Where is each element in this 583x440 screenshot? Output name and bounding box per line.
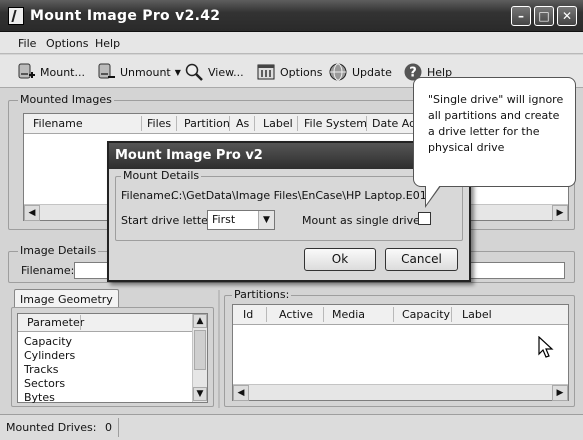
start-drive-value: First	[212, 213, 236, 226]
col-id[interactable]: Id	[243, 308, 253, 321]
col-parameter[interactable]: Parameter	[27, 316, 84, 329]
globe-icon	[328, 62, 348, 82]
mount-details-group	[115, 176, 463, 241]
menu-file[interactable]: File	[18, 37, 36, 50]
dialog-filename-value: C:\GetData\Image Files\EnCase\HP Laptop.…	[171, 189, 427, 202]
col-active[interactable]: Active	[279, 308, 313, 321]
mount-button[interactable]: Mount...	[16, 60, 85, 84]
list-item: Tracks	[24, 363, 59, 376]
col-media[interactable]: Media	[332, 308, 365, 321]
col-as[interactable]: As	[236, 117, 249, 130]
menu-options[interactable]: Options	[46, 37, 88, 50]
single-drive-checkbox[interactable]	[418, 212, 431, 225]
unmount-label: Unmount	[120, 65, 171, 79]
title-bar[interactable]: Mount Image Pro v2.42 – □ ✕	[0, 0, 583, 32]
chevron-down-icon[interactable]: ▼	[175, 68, 181, 77]
window-title: Mount Image Pro v2.42	[30, 8, 221, 24]
partitions-header: Id Active Media Capacity Label	[233, 305, 568, 325]
balloon-text: "Single drive" will ignore all partition…	[428, 93, 564, 154]
menu-bar: File Options Help	[0, 32, 583, 54]
partitions-hscroll[interactable]: ◀ ▶	[233, 384, 568, 401]
scroll-left-icon[interactable]: ◀	[233, 385, 249, 401]
start-drive-label: Start drive letter:	[121, 214, 216, 227]
app-icon	[8, 7, 24, 25]
chevron-down-icon[interactable]: ▼	[258, 211, 274, 229]
unmount-icon	[96, 62, 116, 82]
mounted-images-label: Mounted Images	[18, 93, 114, 106]
partitions-list[interactable]: Id Active Media Capacity Label ◀ ▶	[232, 304, 569, 401]
options-button[interactable]: Options	[256, 60, 322, 84]
mount-details-label: Mount Details	[121, 169, 202, 182]
view-button[interactable]: View...	[184, 60, 244, 84]
update-button[interactable]: Update	[328, 60, 392, 84]
mounted-drives-label: Mounted Drives:	[6, 421, 97, 434]
list-item: Capacity	[24, 335, 73, 348]
col-partition-label[interactable]: Label	[462, 308, 492, 321]
geometry-list[interactable]: Parameter Capacity Cylinders Tracks Sect…	[17, 313, 208, 404]
magnifier-icon	[184, 62, 204, 82]
geometry-vscroll[interactable]: ▲ ▼	[192, 314, 207, 402]
tab-image-geometry[interactable]: Image Geometry	[14, 289, 119, 309]
scroll-thumb[interactable]	[194, 330, 206, 370]
col-capacity[interactable]: Capacity	[402, 308, 450, 321]
unmount-button[interactable]: Unmount ▼	[96, 60, 181, 84]
update-label: Update	[352, 65, 392, 79]
list-item: Cylinders	[24, 349, 76, 362]
balloon-tail-inner	[426, 185, 440, 205]
dialog-filename-label: Filename:	[121, 189, 175, 202]
scroll-right-icon[interactable]: ▶	[552, 385, 568, 401]
geometry-header: Parameter	[18, 314, 192, 332]
col-label[interactable]: Label	[263, 117, 293, 130]
tooltip-balloon: "Single drive" will ignore all partition…	[413, 77, 576, 187]
scroll-down-icon[interactable]: ▼	[193, 387, 207, 401]
scroll-up-icon[interactable]: ▲	[193, 314, 207, 328]
image-details-label: Image Details	[18, 244, 99, 257]
mouse-cursor-icon	[538, 335, 554, 360]
mounted-drives-count: 0	[105, 421, 112, 434]
col-file-system[interactable]: File System	[304, 117, 367, 130]
col-partition[interactable]: Partition	[184, 117, 230, 130]
cancel-button[interactable]: Cancel	[385, 248, 458, 271]
options-icon	[256, 62, 276, 82]
options-label: Options	[280, 65, 323, 79]
scroll-left-icon[interactable]: ◀	[24, 205, 40, 221]
status-bar: Mounted Drives: 0	[0, 414, 583, 440]
menu-help[interactable]: Help	[95, 37, 120, 50]
col-filename[interactable]: Filename	[33, 117, 83, 130]
maximize-icon[interactable]: □	[534, 6, 554, 26]
start-drive-select[interactable]: First ▼	[207, 210, 275, 230]
splitter[interactable]	[218, 290, 220, 408]
list-item: Bytes	[24, 391, 55, 404]
close-icon[interactable]: ✕	[557, 6, 577, 26]
partitions-label: Partitions:	[232, 288, 292, 301]
mount-icon	[16, 62, 36, 82]
view-label: View...	[208, 65, 244, 79]
col-files[interactable]: Files	[147, 117, 171, 130]
single-drive-label: Mount as single drive:	[302, 214, 424, 227]
ok-button[interactable]: Ok	[304, 248, 376, 271]
minimize-icon[interactable]: –	[511, 6, 531, 26]
list-item: Sectors	[24, 377, 66, 390]
scroll-right-icon[interactable]: ▶	[552, 205, 568, 221]
mount-label: Mount...	[40, 65, 85, 79]
col-date-aq[interactable]: Date Aq	[372, 117, 416, 130]
filename-label: Filename:	[21, 264, 75, 277]
